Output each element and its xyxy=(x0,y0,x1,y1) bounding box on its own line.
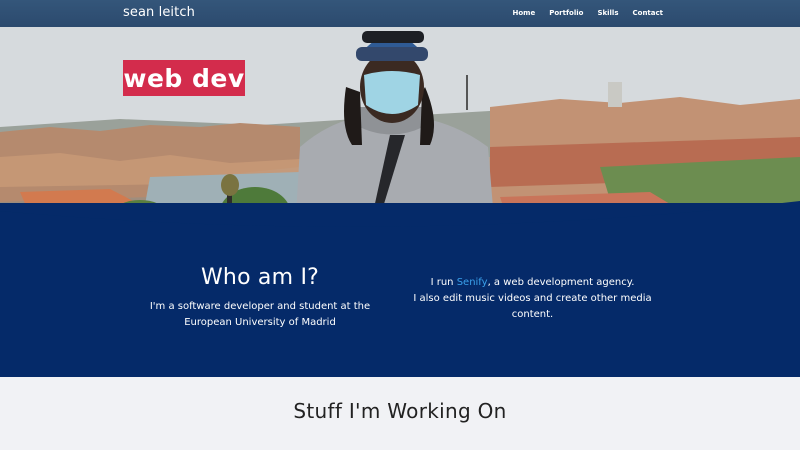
nav-link-home[interactable]: Home xyxy=(513,9,536,17)
nav-link-contact[interactable]: Contact xyxy=(633,9,664,17)
about-left-text: I'm a software developer and student at … xyxy=(149,301,371,328)
senify-link[interactable]: Senify xyxy=(457,277,488,288)
agency-line: I run Senify, a web development agency. xyxy=(405,275,660,291)
hero-badge: web dev xyxy=(123,60,245,96)
agency-prefix: I run xyxy=(430,277,457,288)
about-intro: Who am I? I'm a software developer and s… xyxy=(140,265,380,331)
nav-link-portfolio[interactable]: Portfolio xyxy=(549,9,583,17)
site-brand[interactable]: sean leitch xyxy=(123,5,195,20)
nav-links: Home Portfolio Skills Contact xyxy=(513,9,663,17)
about-agency: I run Senify, a web development agency. … xyxy=(405,275,660,323)
about-curve xyxy=(0,201,800,237)
working-title: Stuff I'm Working On xyxy=(293,399,507,423)
top-nav: sean leitch Home Portfolio Skills Contac… xyxy=(0,0,800,27)
about-title: Who am I? xyxy=(200,265,320,290)
agency-suffix: , a web development agency. xyxy=(487,277,635,288)
media-line: I also edit music videos and create othe… xyxy=(413,293,652,320)
nav-link-skills[interactable]: Skills xyxy=(597,9,618,17)
